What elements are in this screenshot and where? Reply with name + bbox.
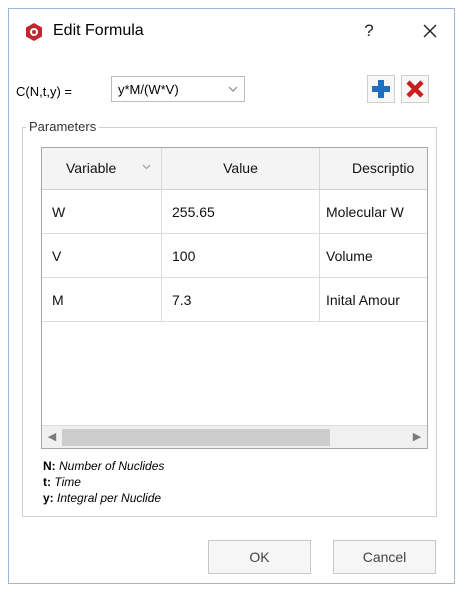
legend-description: Integral per Nuclide bbox=[57, 491, 162, 505]
legend-item: y: Integral per Nuclide bbox=[43, 490, 164, 506]
column-header-value[interactable]: Value bbox=[162, 148, 320, 189]
cancel-button[interactable]: Cancel bbox=[333, 540, 436, 574]
ok-button[interactable]: OK bbox=[208, 540, 311, 574]
parameters-group-title: Parameters bbox=[26, 119, 100, 134]
cell-value[interactable]: 255.65 bbox=[162, 190, 320, 234]
legend-description: Time bbox=[54, 475, 81, 489]
legend-key: N: bbox=[43, 459, 56, 473]
window-title: Edit Formula bbox=[53, 22, 144, 39]
variable-legend: N: Number of Nuclides t: Time y: Integra… bbox=[43, 458, 164, 506]
table-header: Variable Value Descriptio bbox=[42, 148, 427, 190]
add-parameter-button[interactable] bbox=[367, 75, 395, 103]
table-row[interactable]: V 100 Volume bbox=[42, 234, 427, 278]
legend-description: Number of Nuclides bbox=[59, 459, 165, 473]
title-bar: Edit Formula ? bbox=[9, 9, 454, 53]
formula-label: C(N,t,y) = bbox=[16, 84, 72, 99]
cell-description[interactable]: Volume bbox=[320, 234, 427, 278]
column-header-variable-label: Variable bbox=[66, 160, 117, 176]
horizontal-scrollbar[interactable]: ◀ ▶ bbox=[42, 425, 427, 448]
scrollbar-thumb[interactable] bbox=[62, 429, 330, 446]
formula-value: y*M/(W*V) bbox=[118, 82, 179, 97]
cell-description[interactable]: Inital Amour bbox=[320, 278, 427, 322]
cell-value[interactable]: 7.3 bbox=[162, 278, 320, 322]
legend-key: t: bbox=[43, 475, 51, 489]
legend-item: t: Time bbox=[43, 474, 164, 490]
column-header-value-label: Value bbox=[223, 160, 258, 176]
formula-dropdown[interactable]: y*M/(W*V) bbox=[111, 76, 245, 102]
close-icon bbox=[423, 24, 437, 38]
remove-parameter-button[interactable] bbox=[401, 75, 429, 103]
close-button[interactable] bbox=[418, 19, 442, 43]
cell-variable[interactable]: W bbox=[42, 190, 162, 234]
cell-variable[interactable]: V bbox=[42, 234, 162, 278]
chevron-down-icon bbox=[228, 86, 238, 92]
column-header-description-label: Descriptio bbox=[352, 160, 415, 176]
column-header-description[interactable]: Descriptio bbox=[320, 148, 427, 189]
legend-key: y: bbox=[43, 491, 54, 505]
column-header-variable[interactable]: Variable bbox=[42, 148, 162, 189]
cell-description[interactable]: Molecular W bbox=[320, 190, 427, 234]
legend-item: N: Number of Nuclides bbox=[43, 458, 164, 474]
scroll-right-arrow-icon[interactable]: ▶ bbox=[407, 426, 427, 448]
table-row[interactable]: W 255.65 Molecular W bbox=[42, 190, 427, 234]
cell-variable[interactable]: M bbox=[42, 278, 162, 322]
cell-value[interactable]: 100 bbox=[162, 234, 320, 278]
app-logo-icon bbox=[25, 23, 43, 41]
table-row[interactable]: M 7.3 Inital Amour bbox=[42, 278, 427, 322]
x-icon bbox=[406, 80, 424, 98]
parameters-table[interactable]: Variable Value Descriptio W 255.65 Molec… bbox=[41, 147, 428, 449]
plus-icon bbox=[372, 80, 390, 98]
sort-chevron-icon bbox=[142, 164, 151, 170]
help-button[interactable]: ? bbox=[358, 19, 380, 43]
scroll-left-arrow-icon[interactable]: ◀ bbox=[42, 426, 62, 448]
